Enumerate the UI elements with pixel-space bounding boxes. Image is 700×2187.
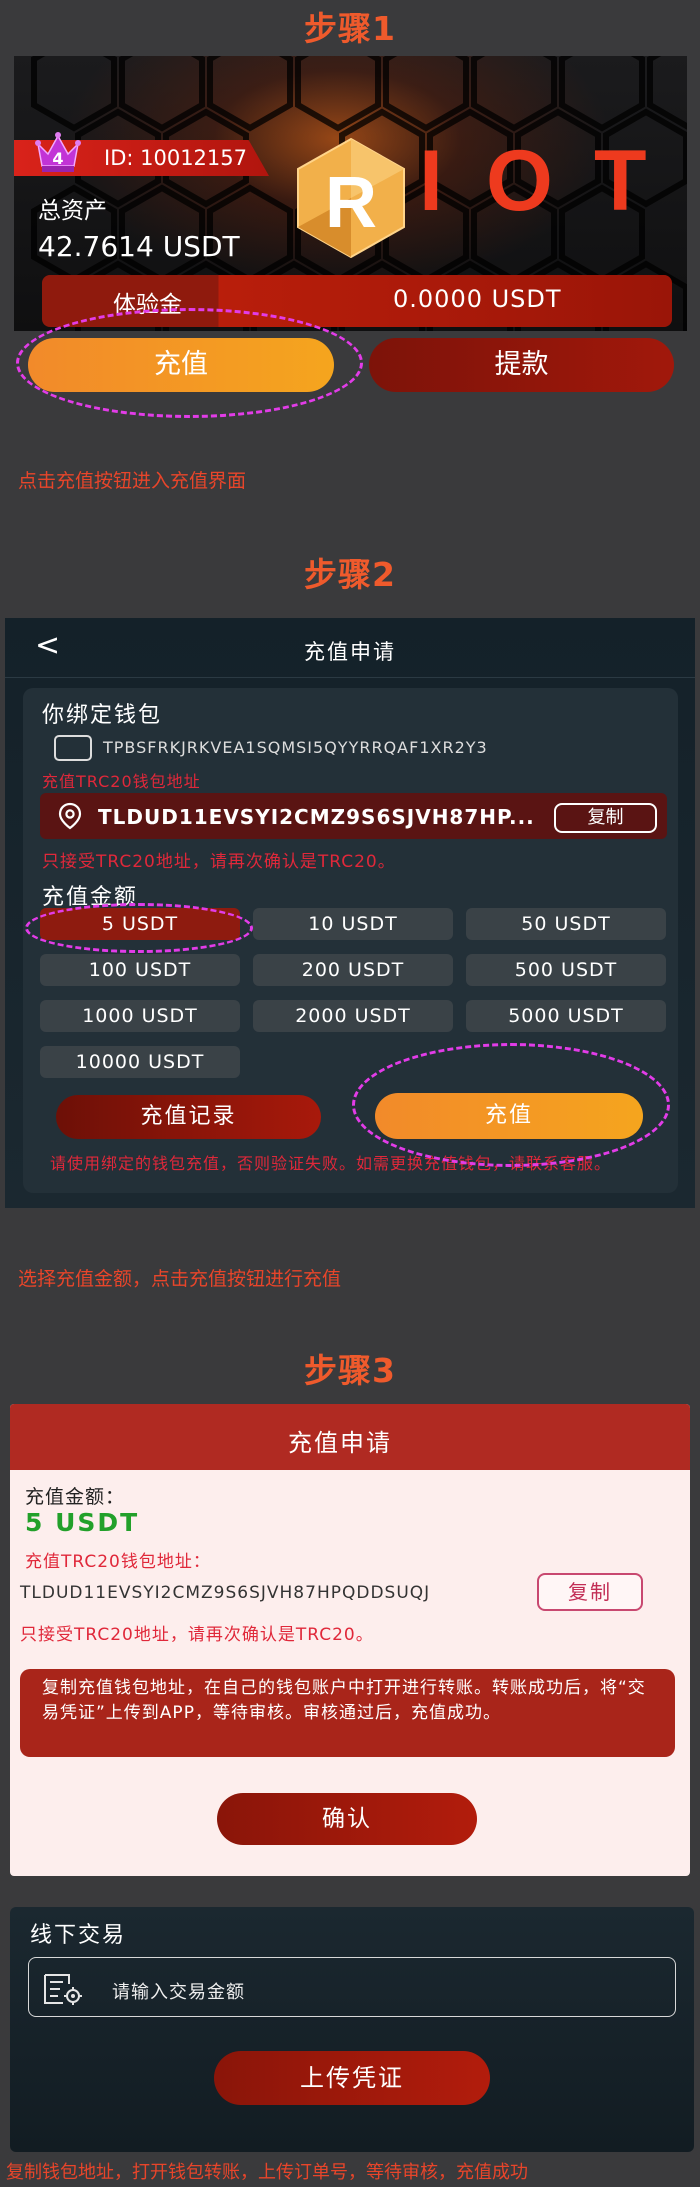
- logo-letter-i: I: [419, 133, 443, 229]
- amount-option-50[interactable]: 50 USDT: [466, 908, 666, 940]
- highlight-ellipse: [16, 308, 363, 418]
- copy-address-button[interactable]: 复制: [554, 803, 657, 833]
- trc20-full-address: TLDUD11EVSYI2CMZ9S6SJVH87HPQDDSUQJ: [20, 1583, 431, 1603]
- amount-label: 充值金额：: [25, 1486, 126, 1508]
- step-3-caption: 复制钱包地址，打开钱包转账，上传订单号，等待审核，充值成功: [6, 2162, 528, 2183]
- trc20-address-label: 充值TRC20钱包地址：: [25, 1552, 211, 1572]
- copy-address-button[interactable]: 复制: [537, 1573, 643, 1611]
- dialog-title: 充值申请: [288, 1429, 392, 1457]
- trc20-address: TLDUD11EVSYI2CMZ9S6SJVH87HP...: [98, 805, 535, 829]
- step-2-title: 步骤2: [304, 555, 396, 594]
- amount-option-100[interactable]: 100 USDT: [40, 954, 240, 986]
- bound-wallet-address: TPBSFRKJRKVEA1SQMSI5QYYRRQAF1XR2Y3: [103, 738, 488, 757]
- vip-crown-icon: 4: [35, 132, 81, 172]
- user-id-label: ID: 10012157: [104, 146, 248, 170]
- riot-logo-hexagon: R: [297, 137, 405, 259]
- trial-balance-value: 0.0000 USDT: [393, 285, 562, 313]
- bound-wallet-title: 你绑定钱包: [42, 703, 163, 728]
- nav-title: 充值申请: [304, 640, 396, 664]
- total-assets-value: 42.7614 USDT: [38, 230, 240, 263]
- upload-voucher-button[interactable]: 上传凭证: [214, 2051, 490, 2105]
- confirm-button[interactable]: 确认: [217, 1793, 477, 1845]
- amount-value: 5 USDT: [25, 1508, 140, 1537]
- highlight-ellipse-amount: [25, 903, 253, 953]
- location-pin-icon: [58, 802, 82, 830]
- offline-transaction-title: 线下交易: [30, 1923, 127, 1948]
- step-1-caption: 点击充值按钮进入充值界面: [18, 470, 247, 492]
- amount-option-10[interactable]: 10 USDT: [253, 908, 453, 940]
- trc20-address-label: 充值TRC20钱包地址: [42, 772, 201, 791]
- amount-option-5000[interactable]: 5000 USDT: [466, 1000, 666, 1032]
- withdraw-button[interactable]: 提款: [369, 338, 674, 392]
- step-1-title: 步骤1: [304, 9, 396, 48]
- amount-option-2000[interactable]: 2000 USDT: [253, 1000, 453, 1032]
- logo-letter-t: T: [594, 133, 647, 229]
- step-3-title: 步骤3: [304, 1351, 396, 1390]
- transaction-amount-placeholder: 请输入交易金额: [112, 1982, 245, 2003]
- amount-option-10000[interactable]: 10000 USDT: [40, 1046, 240, 1078]
- topup-records-button[interactable]: 充值记录: [56, 1095, 321, 1139]
- total-assets-label: 总资产: [38, 198, 107, 224]
- trc20-warning: 只接受TRC20地址，请再次确认是TRC20。: [42, 852, 396, 872]
- amount-option-500[interactable]: 500 USDT: [466, 954, 666, 986]
- document-settings-icon: [44, 1974, 82, 2005]
- step-2-caption: 选择充值金额，点击充值按钮进行充值: [18, 1268, 342, 1290]
- instructions-text: 复制充值钱包地址，在自己的钱包账户中打开进行转账。转账成功后，将“交易凭证”上传…: [42, 1678, 646, 1723]
- amount-option-1000[interactable]: 1000 USDT: [40, 1000, 240, 1032]
- trc20-warning: 只接受TRC20地址，请再次确认是TRC20。: [20, 1625, 374, 1645]
- amount-option-200[interactable]: 200 USDT: [253, 954, 453, 986]
- wallet-icon: [54, 735, 92, 761]
- logo-letter-r: R: [325, 163, 377, 243]
- nav-bar: < 充值申请: [5, 618, 695, 678]
- vip-level: 4: [52, 149, 63, 168]
- logo-letter-o: O: [486, 133, 553, 229]
- highlight-ellipse-submit: [352, 1043, 670, 1167]
